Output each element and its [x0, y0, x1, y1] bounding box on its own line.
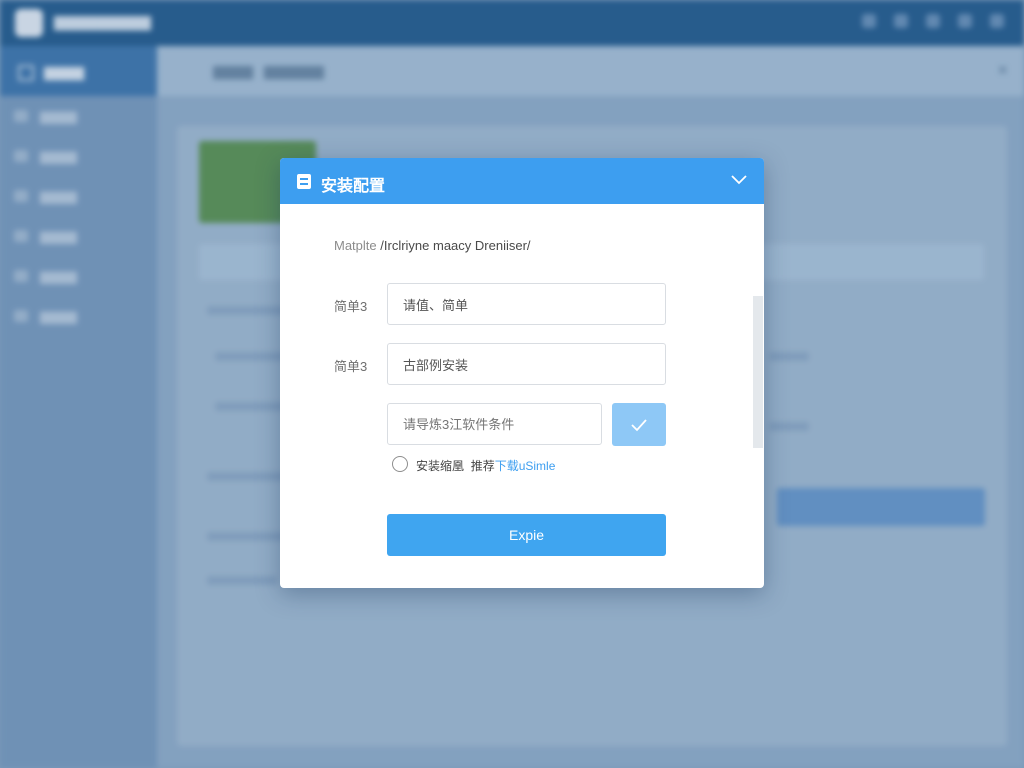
document-icon: [297, 174, 311, 189]
software-condition-input[interactable]: [387, 403, 602, 445]
dialog-subtitle: Matplte /Irclriyne maacy Dreniiser/: [334, 238, 531, 253]
radio-label: 安装缩凰 推荐下载uSimle: [416, 457, 555, 474]
download-link[interactable]: 下载uSimle: [495, 459, 556, 473]
radio-label-text: 安装缩凰: [416, 459, 465, 473]
field1-input[interactable]: [387, 283, 666, 325]
radio-recommend-text: 推荐: [470, 459, 495, 473]
install-config-dialog: 安装配置 Matplte /Irclriyne maacy Dreniiser/…: [280, 158, 764, 588]
dialog-scrollbar[interactable]: [753, 296, 763, 448]
subtitle-text: /Irclriyne maacy Dreniiser/: [380, 238, 531, 253]
field2-label: 简单3: [334, 359, 368, 374]
confirm-button[interactable]: [612, 403, 666, 446]
submit-button[interactable]: Expie: [387, 514, 666, 556]
check-icon: [631, 418, 647, 431]
field1-label: 简单3: [334, 299, 368, 314]
dialog-title: 安装配置: [321, 178, 386, 195]
field2-input[interactable]: [387, 343, 666, 385]
install-option-radio[interactable]: [392, 456, 408, 472]
dialog-header: 安装配置: [280, 158, 764, 204]
chevron-down-icon[interactable]: [728, 168, 750, 190]
subtitle-prefix: Matplte: [334, 238, 377, 253]
